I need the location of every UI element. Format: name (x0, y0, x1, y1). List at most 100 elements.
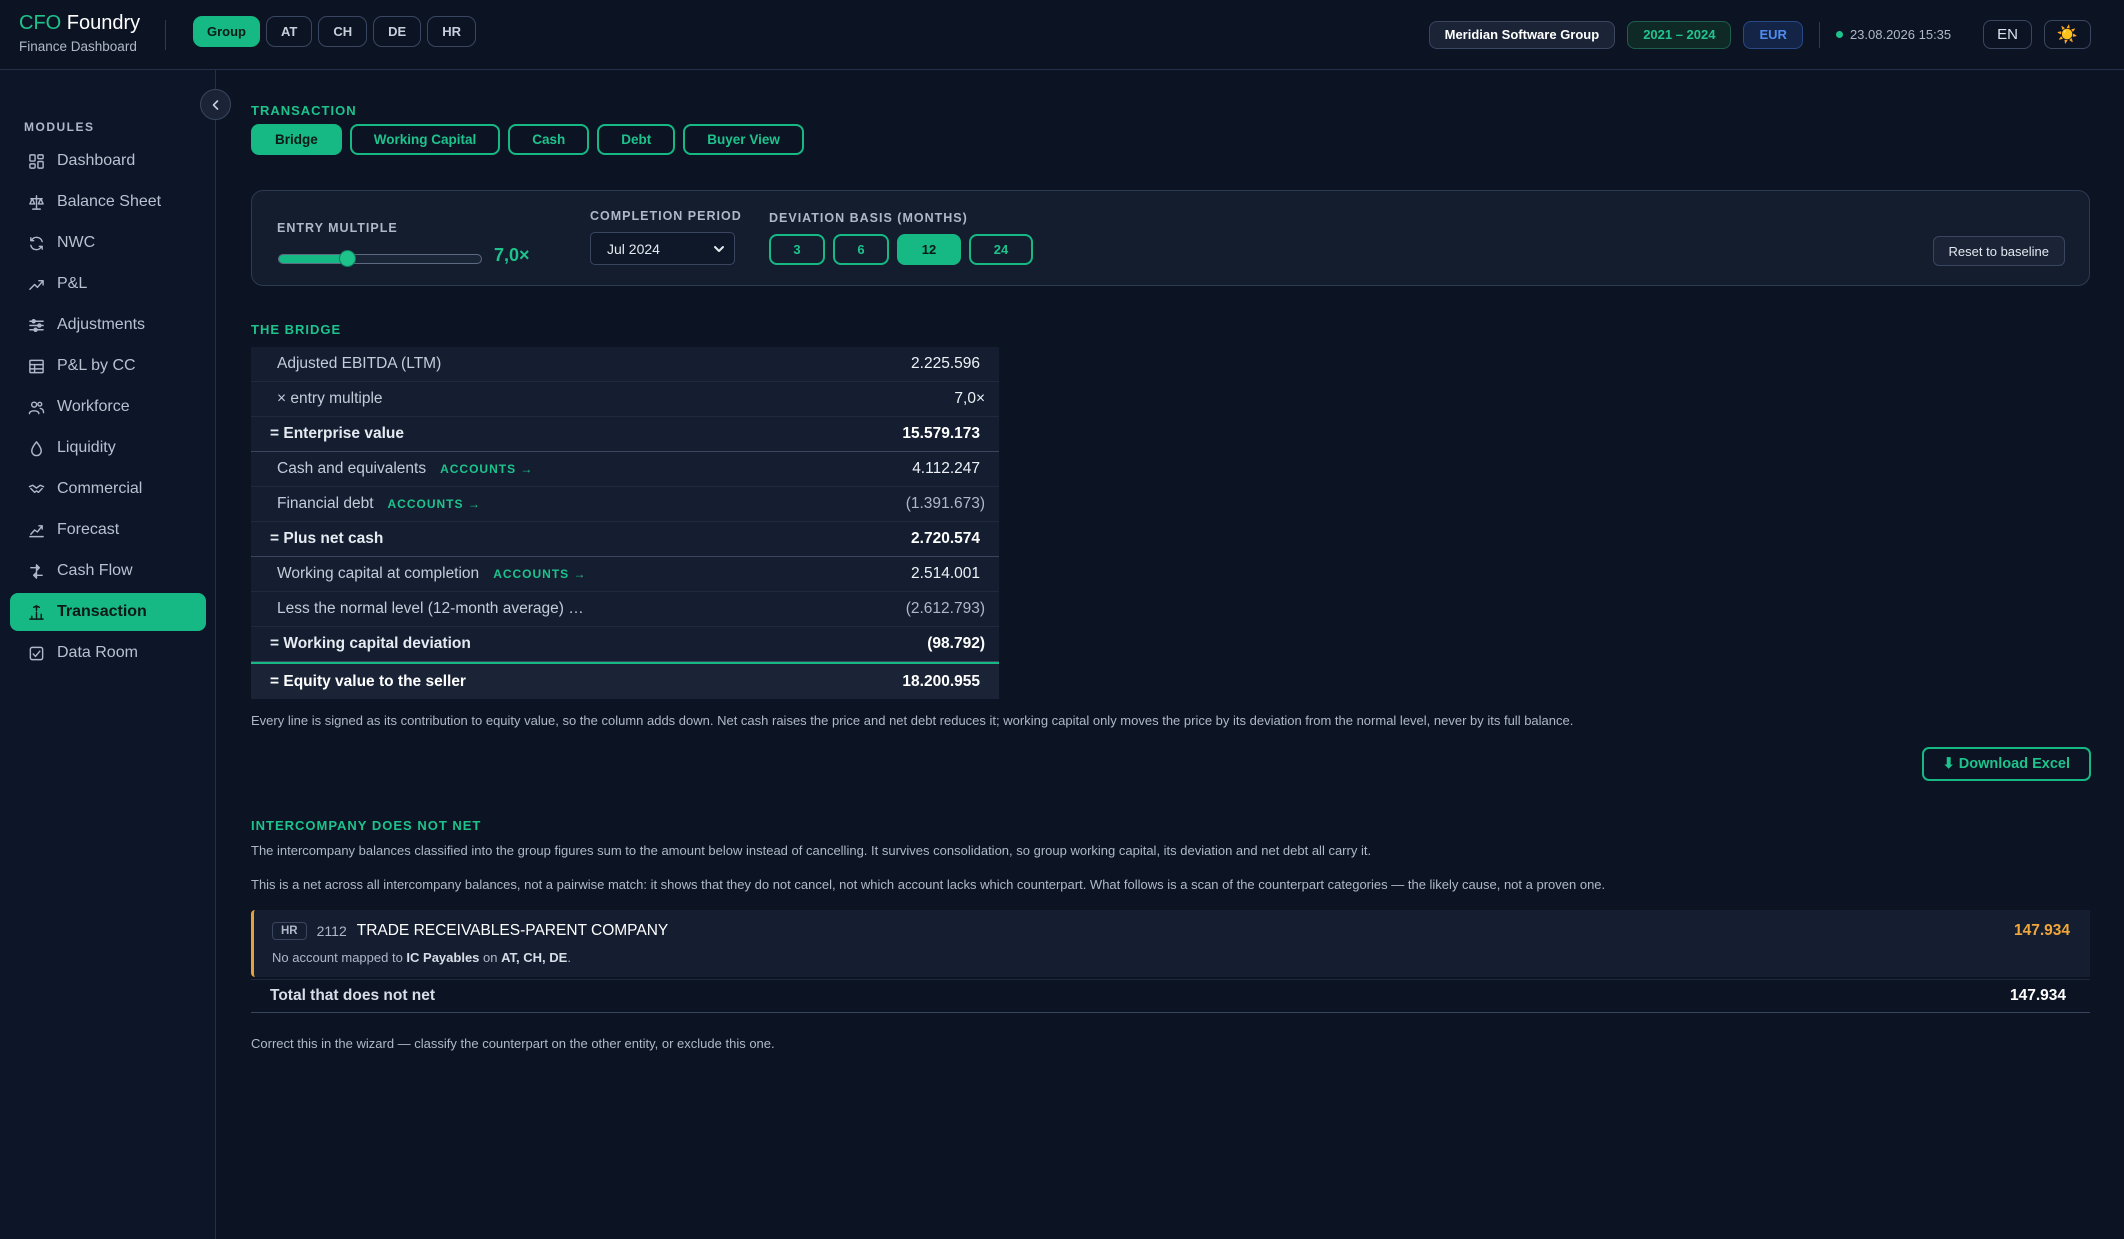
top-header: CFO Foundry Finance Dashboard Group AT CH D… (0, 0, 2124, 70)
entity-tab-group[interactable]: Group (193, 16, 260, 47)
deviation-basis-label: DEVIATION BASIS (MONTHS) (769, 211, 968, 225)
sidebar-item-label: Workforce (57, 398, 130, 415)
tab-bridge[interactable]: Bridge (251, 124, 342, 155)
total-value: 147.934 (2009, 987, 2066, 1004)
sidebar-item-p-l[interactable]: P&L (10, 265, 206, 303)
bridge-row-value: 2.225.596 (911, 355, 980, 372)
handshake-icon (28, 484, 45, 493)
bridge-row-label: = Enterprise value (270, 425, 404, 443)
entity-tab-at[interactable]: AT (266, 16, 313, 47)
brand-subtitle: Finance Dashboard (19, 39, 137, 54)
bridge-row-label-text: = Equity value to the seller (270, 672, 466, 690)
sidebar-item-dashboard[interactable]: Dashboard (10, 142, 206, 180)
bridge-row: Cash and equivalents ACCOUNTS → 4.112.247 (251, 452, 999, 487)
refresh-icon (30, 236, 43, 250)
deviation-basis-options: 3 6 12 24 (769, 234, 1033, 265)
sidebar-item-label: Dashboard (57, 152, 136, 169)
sidebar-item-label: Data Room (57, 644, 138, 661)
slider-handle[interactable] (339, 250, 357, 267)
sidebar-nav: Dashboard Balance Sheet NWC P&L Adjustments P… (10, 142, 206, 675)
entity-tab-de[interactable]: DE (373, 16, 422, 47)
entry-multiple-value: 7,0× (494, 245, 530, 265)
company-selector[interactable]: Meridian Software Group (1428, 20, 1616, 49)
sidebar-item-forecast[interactable]: Forecast (10, 511, 206, 549)
theme-toggle-sun-icon[interactable]: ☀️ (2044, 20, 2091, 49)
tab-working-capital[interactable]: Working Capital (349, 124, 501, 155)
sidebar-item-p-l-by-cc[interactable]: P&L by CC (10, 347, 206, 385)
sidebar-item-data-room[interactable]: Data Room (10, 634, 206, 672)
droplet-icon (31, 440, 42, 456)
bridge-row-label: = Plus net cash (270, 530, 383, 548)
intercompany-detail: No account mapped to IC Payables on AT, … (272, 950, 571, 965)
entity-tag: HR (272, 922, 307, 940)
bridge-row-value: 18.200.955 (902, 672, 980, 690)
brand: CFO Foundry Finance Dashboard (19, 12, 140, 54)
tab-debt[interactable]: Debt (597, 124, 676, 155)
account-name: TRADE RECEIVABLES-PARENT COMPANY (356, 922, 669, 939)
sidebar-item-commercial[interactable]: Commercial (10, 470, 206, 508)
dashboard-icon (29, 153, 44, 169)
bridge-row: Financial debt ACCOUNTS → (1.391.673) (251, 487, 999, 522)
section-label-intercompany: INTERCOMPANY DOES NOT NET (251, 818, 482, 833)
year-range-badge[interactable]: 2021 – 2024 (1627, 20, 1732, 49)
entry-multiple-label: ENTRY MULTIPLE (277, 221, 398, 235)
sliders-icon (29, 318, 44, 332)
entity-tab-hr[interactable]: HR (427, 16, 476, 47)
sidebar-item-label: P&L by CC (57, 357, 136, 374)
accounts-link[interactable]: ACCOUNTS → (440, 462, 533, 476)
sidebar-item-adjustments[interactable]: Adjustments (10, 306, 206, 344)
bridge-row-value: (2.612.793) (905, 600, 985, 617)
section-label-transaction: TRANSACTION (251, 103, 357, 118)
completion-period-value: Jul 2024 (607, 240, 660, 257)
download-excel-button[interactable]: ⬇ Download Excel (1921, 747, 2091, 781)
sidebar-item-label: Transaction (57, 603, 147, 620)
sidebar-item-transaction[interactable]: Transaction (10, 593, 206, 631)
deviation-basis-12-months[interactable]: 12 (897, 234, 961, 265)
sidebar-item-balance-sheet[interactable]: Balance Sheet (10, 183, 206, 221)
reset-baseline-button[interactable]: Reset to baseline (1932, 236, 2065, 266)
entity-tabs: Group AT CH DE HR (193, 16, 476, 47)
intercompany-footer-note: Correct this in the wizard — classify th… (251, 1036, 775, 1051)
bridge-table: Adjusted EBITDA (LTM) 2.225.596 × entry mu… (251, 347, 999, 699)
intercompany-amount: 147.934 (2013, 922, 2070, 939)
language-button[interactable]: EN (1983, 20, 2032, 49)
currency-badge[interactable]: EUR (1743, 20, 1803, 49)
sidebar-collapse-button[interactable] (200, 89, 231, 120)
sidebar-section-label: MODULES (24, 120, 95, 134)
sidebar-item-label: Forecast (57, 521, 120, 538)
entry-multiple-slider[interactable] (278, 254, 482, 264)
sidebar-item-label: NWC (57, 234, 96, 251)
bridge-row-value: 15.579.173 (902, 425, 980, 442)
entity-tab-ch[interactable]: CH (318, 16, 368, 47)
bridge-row-label: × entry multiple (277, 390, 383, 408)
accounts-link[interactable]: ACCOUNTS → (388, 497, 481, 511)
bridge-row-label: = Equity value to the seller (270, 673, 466, 691)
bridge-row: Adjusted EBITDA (LTM) 2.225.596 (251, 347, 999, 382)
bridge-total-row: = Enterprise value 15.579.173 (251, 417, 999, 452)
tab-buyer-view[interactable]: Buyer View (683, 124, 804, 155)
tab-cash[interactable]: Cash (508, 124, 590, 155)
intercompany-item: HR 2112 TRADE RECEIVABLES-PARENT COMPANY… (251, 910, 2090, 977)
chevron-left-icon (212, 99, 218, 110)
sidebar-item-liquidity[interactable]: Liquidity (10, 429, 206, 467)
deviation-basis-24-months[interactable]: 24 (969, 234, 1033, 265)
detail-prefix: No account mapped to (272, 950, 407, 965)
deviation-basis-3-months[interactable]: 3 (769, 234, 825, 265)
detail-entities: AT, CH, DE (501, 950, 568, 965)
sidebar-item-cash-flow[interactable]: Cash Flow (10, 552, 206, 590)
sidebar-item-workforce[interactable]: Workforce (10, 388, 206, 426)
accounts-link[interactable]: ACCOUNTS → (493, 567, 586, 581)
bridge-row-label-text: = Working capital deviation (270, 635, 471, 652)
bridge-row-label-text: Financial debt (277, 495, 374, 512)
brand-title: CFO Foundry (19, 12, 140, 35)
completion-period-select[interactable]: Jul 2024 (590, 232, 735, 265)
deviation-basis-6-months[interactable]: 6 (833, 234, 889, 265)
transaction-tabs: Bridge Working Capital Cash Debt Buyer View (251, 124, 804, 155)
header-right: Meridian Software Group 2021 – 2024 EUR … (1428, 20, 2091, 49)
bridge-total-row: = Equity value to the seller 18.200.955 (251, 662, 999, 699)
sidebar-item-label: Balance Sheet (57, 193, 162, 210)
sidebar-item-nwc[interactable]: NWC (10, 224, 206, 262)
chevron-down-icon (714, 245, 724, 252)
sidebar-item-label: Cash Flow (57, 562, 133, 579)
bridge-row-label: = Working capital deviation (270, 635, 471, 653)
